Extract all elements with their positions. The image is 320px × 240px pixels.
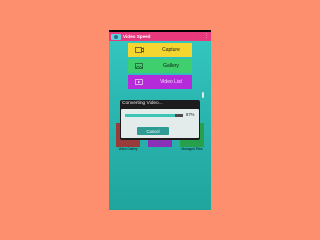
capture-label: Capture [162,47,180,53]
capture-button[interactable]: Capture [128,43,192,57]
letterbox-bottom [0,210,320,240]
grid-label-managed-files: Managed Files [181,147,203,151]
app-logo-icon [111,33,121,40]
progress-dialog: Converting Video... 87% Cancel [120,100,200,140]
gallery-button[interactable]: Gallery [128,59,192,73]
gallery-label: Gallery [163,63,179,69]
grid-label-video-gallery: Video Gallery [118,147,138,151]
letterbox-top [0,0,320,30]
app-bar: Video Speed ⋮ [109,32,211,41]
video-list-button[interactable]: Video List [128,75,192,89]
progress-bar-fill [125,114,176,117]
video-list-label: Video List [160,79,182,85]
dialog-body: 87% Cancel [121,109,199,138]
dialog-title: Converting Video... [122,101,163,106]
app-title: Video Speed [123,34,151,39]
progress-percent: 87% [186,112,195,117]
gallery-icon [128,63,150,69]
scroll-indicator [202,92,204,98]
overflow-menu-icon[interactable]: ⋮ [204,33,209,40]
video-list-icon [128,79,150,85]
camera-icon [128,47,150,53]
cancel-button[interactable]: Cancel [137,127,169,135]
progress-bar [125,114,183,117]
phone-screen: Video Speed ⋮ Capture Gallery Video List… [109,30,211,210]
